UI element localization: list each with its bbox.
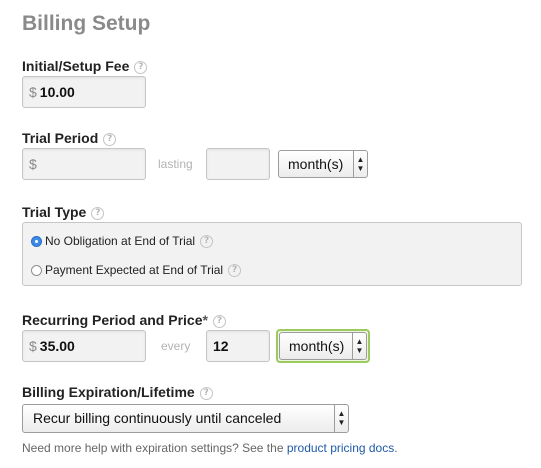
radio-icon[interactable] [31,265,42,276]
trial-length-input[interactable] [206,148,270,180]
question-circle-icon[interactable]: ? [199,387,213,400]
radio-payment-expected[interactable]: Payment Expected at End of Trial? [31,263,242,277]
trial-price-input[interactable]: $ [22,148,146,180]
trial-type-label: Trial Type? [22,203,105,221]
expiration-label: Billing Expiration/Lifetime? [22,383,213,401]
dropdown-arrows-icon: ▲ ▼ [353,151,367,177]
expiration-help-text: Need more help with expiration settings?… [22,441,398,455]
trial-period-label-text: Trial Period [22,130,99,146]
required-mark: * [202,312,208,328]
currency-symbol: $ [29,338,37,354]
question-circle-icon[interactable]: ? [212,315,226,328]
radio-icon[interactable] [31,236,42,247]
recurring-label-text: Recurring Period and Price [22,312,203,328]
trial-type-label-text: Trial Type [22,204,87,220]
recurring-unit-select[interactable]: month(s) ▲ ▼ [279,332,367,360]
recurring-price-input[interactable]: $35.00 [22,330,146,362]
trial-unit-selected: month(s) [288,156,344,172]
question-circle-icon[interactable]: ? [103,133,117,146]
trial-period-label: Trial Period? [22,129,117,147]
dropdown-arrows-icon: ▲ ▼ [352,333,366,359]
expiration-select[interactable]: Recur billing continuously until cancele… [22,404,349,433]
every-label: every [161,339,191,353]
dropdown-arrows-icon: ▲ ▼ [334,405,348,432]
product-pricing-docs-link[interactable]: product pricing docs [287,441,394,455]
currency-symbol: $ [29,156,37,172]
expiration-selected: Recur billing continuously until cancele… [33,410,282,426]
recurring-interval-input[interactable]: 12 [206,330,270,362]
recurring-label: Recurring Period and Price*? [22,311,226,329]
recurring-interval-value: 12 [213,338,229,354]
currency-symbol: $ [29,84,37,100]
recurring-unit-selected: month(s) [289,338,345,354]
expiration-help-copy: Need more help with expiration settings?… [22,441,284,455]
setup-fee-label-text: Initial/Setup Fee [22,58,130,74]
question-circle-icon[interactable]: ? [91,207,105,220]
radio-no-obligation[interactable]: No Obligation at End of Trial? [31,234,214,248]
question-circle-icon[interactable]: ? [228,264,242,277]
lasting-label: lasting [158,157,193,171]
expiration-label-text: Billing Expiration/Lifetime [22,384,195,400]
page-title: Billing Setup [22,12,151,35]
setup-fee-value: 10.00 [39,84,75,100]
recurring-price-value: 35.00 [39,338,75,354]
trial-unit-select[interactable]: month(s) ▲ ▼ [278,150,368,178]
radio-label: No Obligation at End of Trial [45,234,196,248]
setup-fee-input[interactable]: $10.00 [22,76,146,108]
setup-fee-label: Initial/Setup Fee? [22,57,148,75]
radio-label: Payment Expected at End of Trial [45,263,224,277]
help-suffix: . [394,441,398,455]
question-circle-icon[interactable]: ? [134,61,148,74]
question-circle-icon[interactable]: ? [200,235,214,248]
